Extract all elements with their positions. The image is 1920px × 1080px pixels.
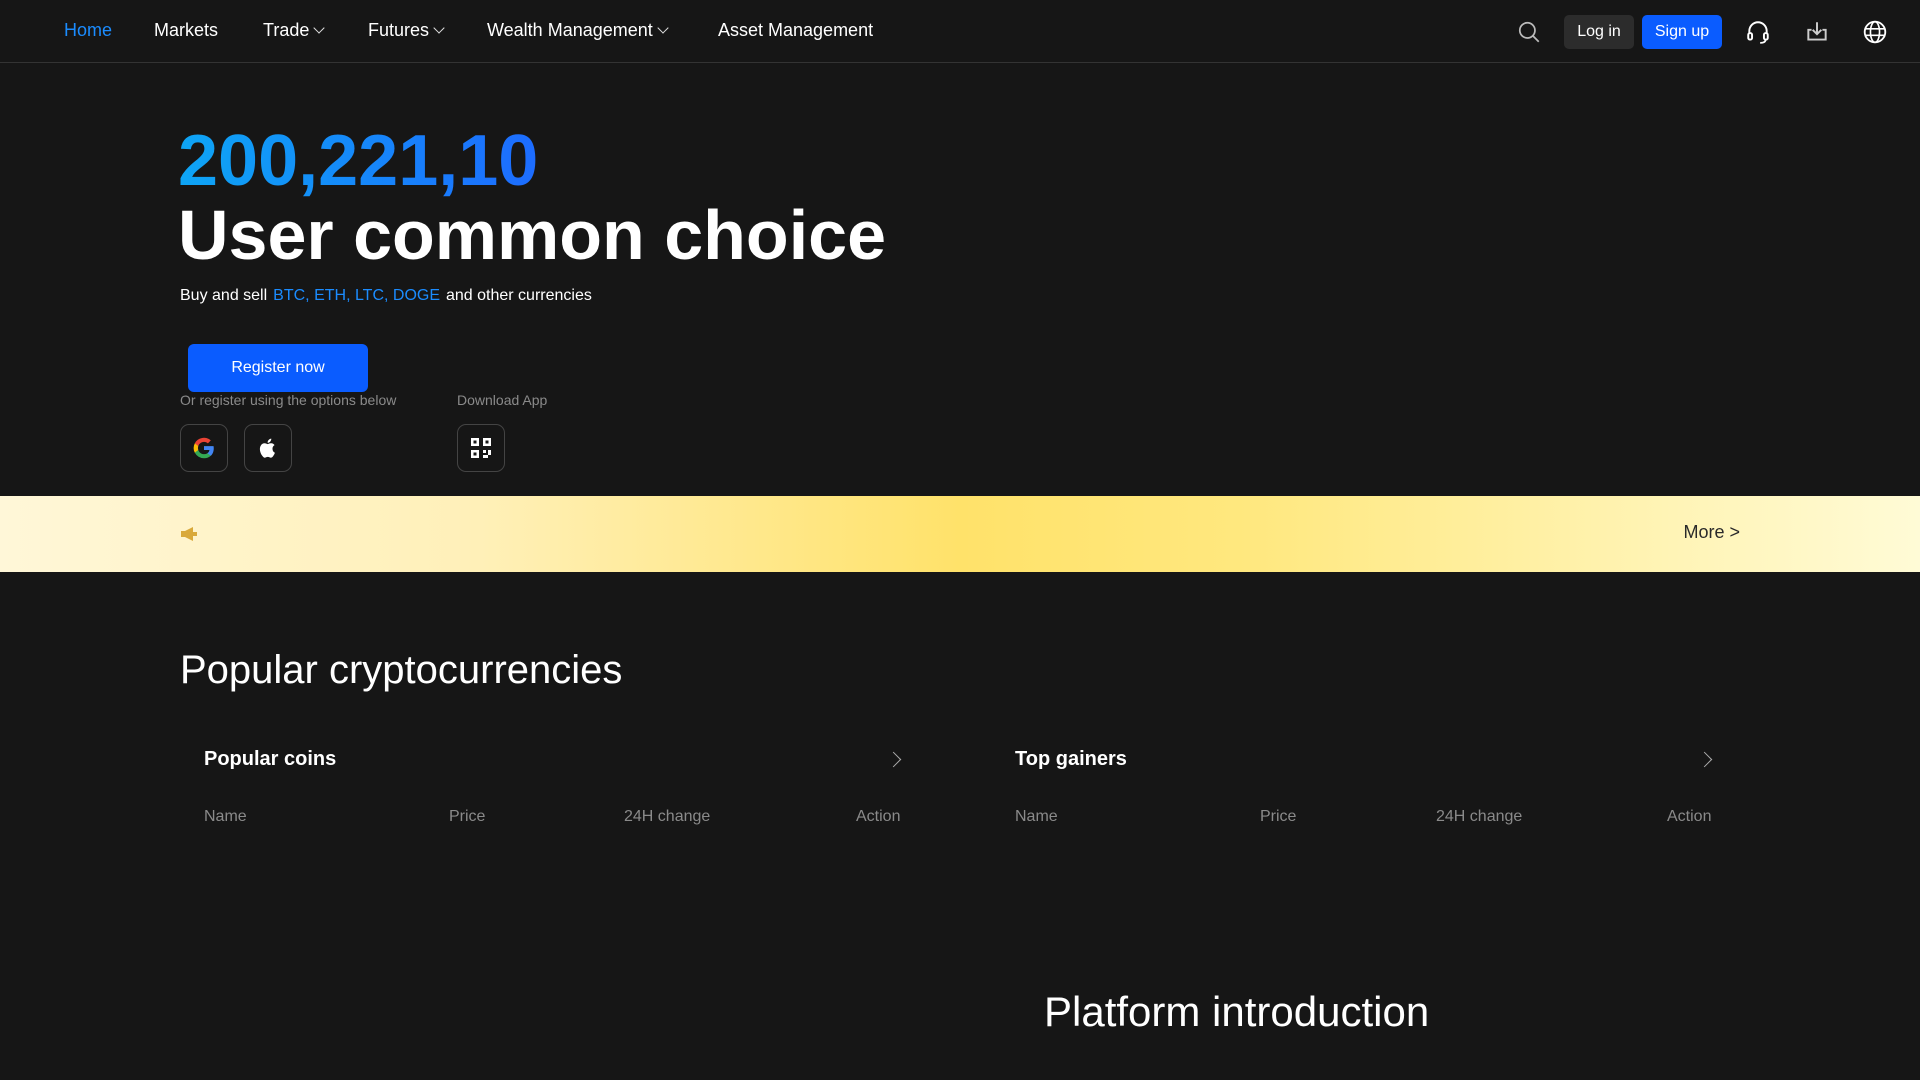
col-action: Action [1667,808,1712,825]
col-price: Price [449,808,486,825]
chevron-down-icon [657,22,669,34]
download-app-label: Download App [457,392,548,408]
top-gainers-title[interactable]: Top gainers [1015,748,1127,771]
register-now-button[interactable]: Register now [188,344,368,392]
chevron-down-icon [433,22,445,34]
globe-icon[interactable] [1862,19,1888,45]
col-name: Name [1015,808,1058,825]
headset-icon[interactable] [1745,19,1771,45]
col-24h-change: 24H change [1436,808,1523,825]
top-nav: Home Markets Trade Futures Wealth Manage… [0,0,1920,63]
signup-button[interactable]: Sign up [1642,15,1722,49]
register-options-label: Or register using the options below [180,392,397,408]
nav-futures-label: Futures [368,20,430,40]
login-button[interactable]: Log in [1564,15,1634,49]
nav-markets[interactable]: Markets [154,20,218,41]
col-name: Name [204,808,247,825]
announcement-banner: More > [0,496,1920,572]
col-price: Price [1260,808,1297,825]
popular-coins-title[interactable]: Popular coins [204,748,336,771]
platform-intro-title: Platform introduction [1044,988,1430,1035]
nav-futures[interactable]: Futures [368,20,445,41]
apple-icon [259,438,275,458]
google-icon [193,437,214,459]
sub-prefix: Buy and sell [180,287,268,304]
chevron-right-icon[interactable] [1696,751,1713,768]
google-signin-button[interactable] [180,424,228,472]
sub-suffix: and other currencies [446,287,592,304]
hero-subtitle: Buy and sell BTC, ETH, LTC, DOGE and other… [180,287,592,305]
col-action: Action [856,808,901,825]
nav-trade-label: Trade [263,20,310,40]
qr-code-icon [471,438,491,458]
chevron-right-icon[interactable] [885,751,902,768]
download-icon[interactable] [1804,19,1830,45]
popular-section-title: Popular cryptocurrencies [180,648,623,692]
nav-wealth-management[interactable]: Wealth Management [487,20,669,41]
chevron-down-icon [313,22,326,34]
search-icon[interactable] [1516,19,1542,45]
apple-signin-button[interactable] [244,424,292,472]
qr-code-button[interactable] [457,424,505,472]
nav-wealth-label: Wealth Management [487,20,653,40]
nav-asset-management[interactable]: Asset Management [718,20,873,41]
nav-home[interactable]: Home [64,20,112,41]
col-24h-change: 24H change [624,808,711,825]
more-link[interactable]: More > [1683,522,1740,543]
hero-title: User common choice [178,196,886,274]
megaphone-icon [181,527,197,541]
sub-coins: BTC, ETH, LTC, DOGE [273,287,440,304]
nav-trade[interactable]: Trade [263,20,326,41]
user-count: 200,221,10 [178,121,539,201]
